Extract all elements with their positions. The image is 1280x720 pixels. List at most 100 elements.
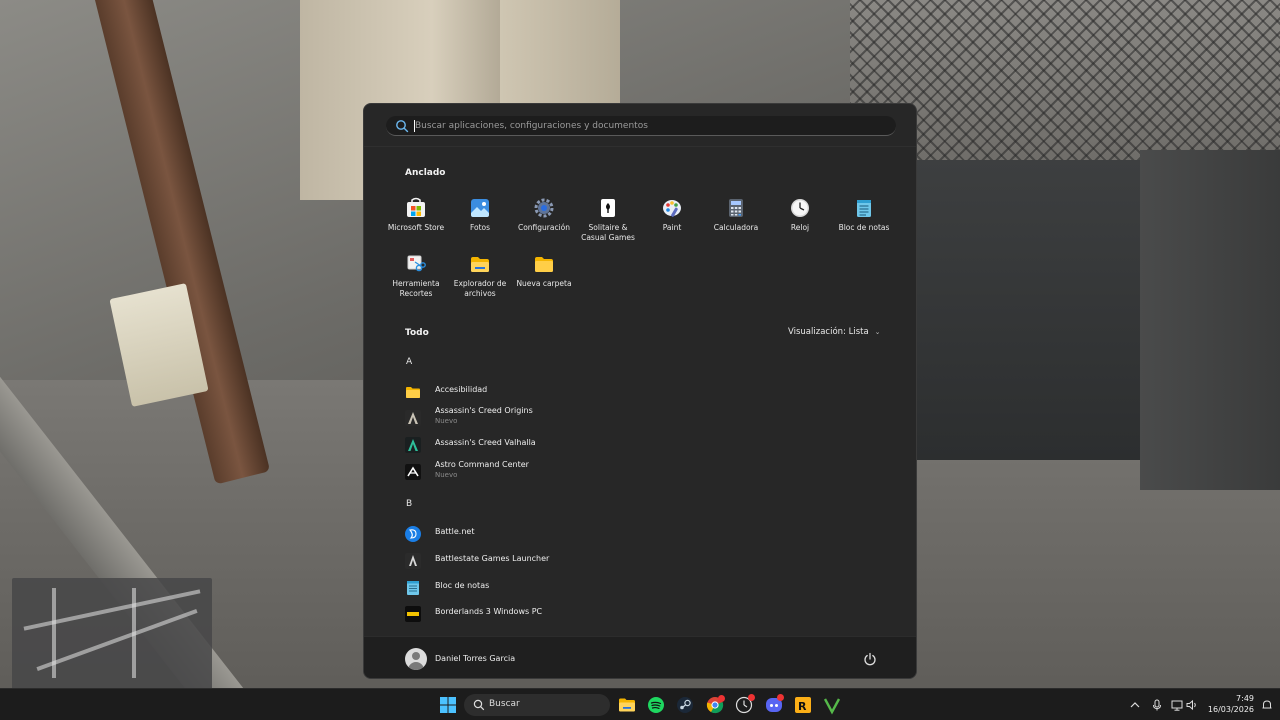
letter-header-b[interactable]: B (406, 499, 412, 509)
clock-time: 7:49 (1236, 694, 1254, 703)
svg-text:R: R (798, 700, 807, 713)
divider (364, 146, 916, 147)
pinned-app-microsoft-store[interactable]: Microsoft Store (384, 195, 448, 251)
pinned-app-label: Microsoft Store (387, 223, 445, 232)
folder-icon (406, 387, 420, 398)
notepad-icon (407, 581, 419, 595)
pinned-app-label: Calculadora (713, 223, 759, 232)
chrome-notification-badge (718, 695, 725, 702)
microphone-icon[interactable] (1150, 698, 1164, 712)
app-list-item-battlenet[interactable]: Battle.net (400, 522, 880, 546)
astro-icon (405, 464, 421, 480)
search-icon (473, 699, 485, 711)
app-list-item-accesibilidad[interactable]: Accesibilidad (400, 380, 880, 404)
borderlands-icon (405, 606, 421, 622)
notifications-icon[interactable] (1260, 698, 1274, 712)
folder-icon (535, 257, 553, 272)
start-search-box[interactable] (386, 116, 896, 136)
steam-icon[interactable] (675, 695, 695, 715)
pinned-app-fotos[interactable]: Fotos (448, 195, 512, 251)
battlestate-icon (405, 553, 421, 569)
view-mode-label: Visualización: Lista (788, 327, 869, 337)
pinned-app-label: Bloc de notas (838, 223, 890, 232)
start-menu-footer: Daniel Torres Garcia (364, 636, 916, 678)
notification-badge (748, 694, 755, 701)
concrete-pillar-2 (500, 0, 620, 104)
app-name: Battlestate Games Launcher (435, 554, 550, 563)
photos-icon (471, 199, 489, 217)
taskbar-clock[interactable]: 7:49 16/03/2026 (1200, 693, 1254, 715)
pinned-section-title: Anclado (405, 168, 446, 178)
chevron-down-icon: ⌄ (874, 328, 881, 336)
pinned-app-label: Paint (662, 223, 682, 232)
chevron-up-icon[interactable] (1128, 698, 1142, 712)
pinned-app-reloj[interactable]: Reloj (768, 195, 832, 251)
pinned-app-explorador[interactable]: Explorador de archivos (448, 251, 512, 307)
pinned-app-paint[interactable]: Paint (640, 195, 704, 251)
app-list-item-bloc-de-notas[interactable]: Bloc de notas (400, 576, 880, 600)
file-explorer-icon (471, 257, 489, 272)
notepad-icon (857, 200, 871, 217)
app-list-item-borderlands-3[interactable]: Borderlands 3 Windows PC (400, 602, 880, 626)
start-icon[interactable] (438, 695, 458, 715)
user-avatar[interactable] (405, 648, 427, 670)
pinned-app-label: Nueva carpeta (516, 279, 572, 288)
network-icon[interactable] (1170, 698, 1184, 712)
paint-palette-icon (663, 200, 681, 217)
pinned-app-label: Solitaire & Casual Games (581, 223, 635, 242)
app-name: Bloc de notas (435, 581, 490, 590)
taskbar-search-box[interactable]: Buscar (464, 694, 610, 716)
pinned-app-label: Herramienta Recortes (392, 279, 440, 298)
gta-v-icon[interactable] (822, 695, 842, 715)
spotify-icon[interactable] (646, 695, 666, 715)
pinned-app-herramienta-recortes[interactable]: Herramienta Recortes (384, 251, 448, 307)
taskbar-search-label: Buscar (489, 699, 520, 709)
ac-valhalla-icon (405, 437, 421, 453)
letter-header-a[interactable]: A (406, 357, 412, 367)
app-new-tag: Nuevo (435, 471, 458, 479)
store-icon (407, 197, 425, 217)
calculator-icon (729, 199, 743, 217)
taskbar: Buscar R 7:49 16/03/2026 (0, 688, 1280, 720)
app-name: Accesibilidad (435, 385, 488, 394)
clock-icon (791, 199, 809, 217)
start-search-input[interactable] (415, 117, 875, 135)
battlenet-icon (405, 526, 421, 542)
ac-origins-icon (405, 410, 421, 426)
app-name: Borderlands 3 Windows PC (435, 607, 543, 616)
snipping-tool-icon (407, 255, 426, 272)
app-name: Astro Command Center (435, 460, 529, 469)
volume-icon[interactable] (1185, 698, 1199, 712)
start-menu: Anclado Microsoft Store Fotos (363, 103, 917, 679)
settings-gear-icon (534, 198, 554, 218)
discord-notification-badge (777, 694, 784, 701)
pinned-app-label: Explorador de archivos (453, 279, 507, 298)
app-list-item-ac-valhalla[interactable]: Assassin's Creed Valhalla (400, 433, 880, 457)
pinned-app-label: Fotos (469, 223, 491, 232)
app-list-item-battlestate[interactable]: Battlestate Games Launcher (400, 549, 880, 573)
power-icon[interactable] (863, 652, 877, 666)
wall (1140, 150, 1280, 490)
rockstar-icon[interactable]: R (793, 695, 813, 715)
pinned-app-calculadora[interactable]: Calculadora (704, 195, 768, 251)
clock-date: 16/03/2026 (1207, 705, 1254, 714)
app-name: Assassin's Creed Valhalla (435, 438, 536, 447)
solitaire-icon (601, 199, 615, 217)
app-name: Battle.net (435, 527, 475, 536)
view-mode-dropdown[interactable]: Visualización: Lista ⌄ (788, 327, 881, 337)
app-name: Assassin's Creed Origins (435, 406, 533, 415)
app-new-tag: Nuevo (435, 417, 458, 425)
user-name[interactable]: Daniel Torres Garcia (435, 654, 515, 663)
search-icon (396, 120, 409, 133)
game-minimap (12, 578, 212, 690)
all-apps-section-title: Todo (405, 328, 429, 338)
pinned-app-solitaire[interactable]: Solitaire & Casual Games (576, 195, 640, 251)
file-explorer-icon[interactable] (617, 695, 637, 715)
pinned-app-label: Reloj (790, 223, 810, 232)
app-list-item-ac-origins[interactable]: Assassin's Creed Origins Nuevo (400, 406, 880, 430)
pinned-app-label: Configuración (517, 223, 571, 232)
pinned-app-nueva-carpeta[interactable]: Nueva carpeta (512, 251, 576, 307)
pinned-app-bloc-de-notas[interactable]: Bloc de notas (832, 195, 896, 251)
app-list-item-astro-command-center[interactable]: Astro Command Center Nuevo (400, 460, 880, 484)
pinned-app-configuracion[interactable]: Configuración (512, 195, 576, 251)
